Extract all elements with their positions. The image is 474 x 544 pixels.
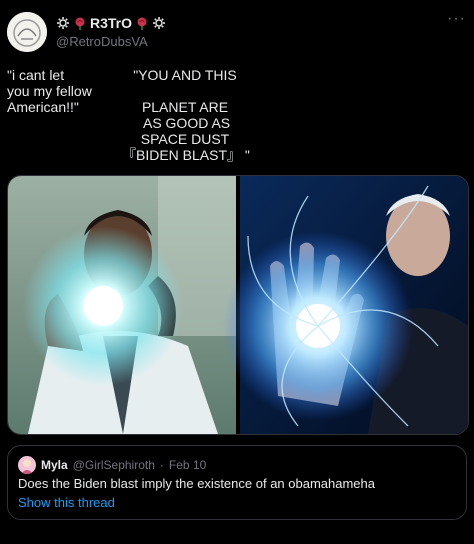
quote-avatar[interactable] — [18, 456, 36, 474]
gear-icon — [56, 16, 70, 30]
quote-text: Does the Biden blast imply the existence… — [18, 476, 375, 491]
rose-icon — [73, 16, 87, 30]
quote-display-name[interactable]: Myla — [41, 458, 68, 472]
tweet-text-right: "YOU AND THIS PLANET ARE AS GOOD AS SPAC… — [122, 67, 250, 163]
tweet-text-left: "i cant let you my fellow American!!" — [7, 67, 92, 115]
rose-icon — [135, 16, 149, 30]
quoted-tweet[interactable]: Myla @GirlSephiroth · Feb 10 Does the Bi… — [7, 445, 467, 520]
author-handle[interactable]: @RetroDubsVA — [56, 34, 148, 49]
gear-icon — [152, 16, 166, 30]
quoted-tweet-header: Myla @GirlSephiroth · Feb 10 — [18, 456, 206, 474]
tweet-media[interactable] — [7, 175, 469, 435]
show-thread-link[interactable]: Show this thread — [18, 495, 115, 510]
avatar[interactable] — [7, 12, 47, 52]
separator-dot: · — [159, 458, 164, 472]
more-options-icon[interactable]: ··· — [447, 10, 466, 28]
left-energy-blast-photo — [8, 176, 236, 434]
quote-handle[interactable]: @GirlSephiroth — [73, 458, 155, 472]
right-energy-blast-photo — [223, 176, 468, 434]
author-name-row[interactable]: R3TrO — [56, 14, 166, 32]
author-display-name[interactable]: R3TrO — [90, 15, 132, 31]
quote-date[interactable]: Feb 10 — [169, 458, 206, 472]
